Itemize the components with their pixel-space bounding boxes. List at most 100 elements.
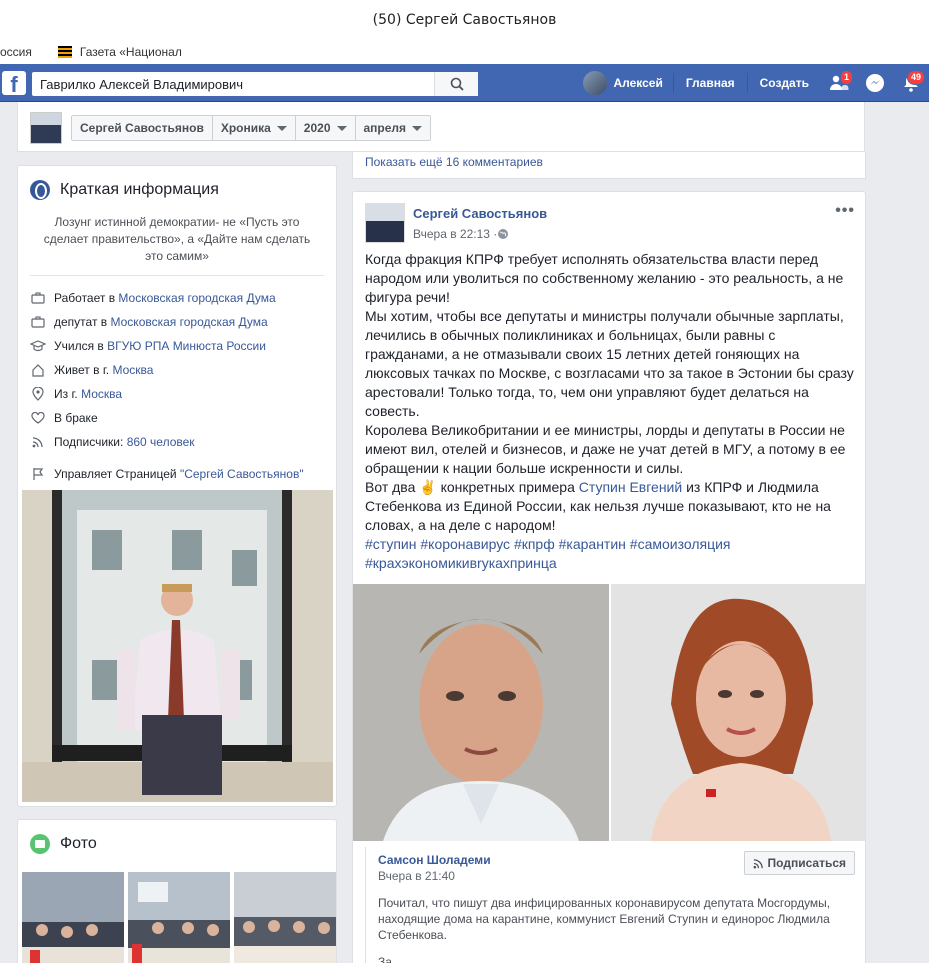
search-button[interactable]: [434, 72, 478, 96]
intro-card: Краткая информация Лозунг истинной демок…: [17, 165, 337, 807]
info-position: депутат в Московская городская Дума: [18, 310, 336, 334]
timeline-sticky-header: Сергей Савостьянов Хроника 2020 апреля: [17, 102, 865, 152]
workplace-link[interactable]: Московская городская Дума: [118, 291, 275, 305]
info-followers: Подписчики: 860 человек: [18, 430, 336, 454]
info-work: Работает в Московская городская Дума: [18, 286, 336, 310]
photo-thumbnail[interactable]: [128, 872, 230, 963]
follow-label: Подписаться: [767, 856, 846, 870]
post-paragraph: Вот два ✌ конкретных примера Ступин Евге…: [365, 478, 857, 535]
facebook-logo-icon[interactable]: f: [2, 71, 26, 95]
post-timestamp[interactable]: Вчера в 22:13 ·: [413, 227, 509, 241]
post-images: [353, 584, 865, 841]
avatar: [583, 71, 608, 95]
create-link[interactable]: Создать: [746, 73, 821, 93]
hashtags[interactable]: #ступин #коронавирус #кпрф #карантин #са…: [365, 535, 857, 554]
messenger-button[interactable]: [857, 64, 893, 102]
briefcase-icon: [30, 314, 46, 330]
graduation-cap-icon: [30, 338, 46, 354]
city-link[interactable]: Москва: [81, 387, 122, 401]
post: Сергей Савостьянов Вчера в 22:13 · ••• К…: [352, 191, 866, 963]
ribbon-icon: [57, 46, 72, 58]
heart-icon: [30, 410, 46, 426]
shared-author-link[interactable]: Самсон Шоладеми: [378, 853, 491, 867]
shared-text-continuation: За: [378, 955, 392, 963]
post-time-text: Вчера в 22:13 ·: [413, 227, 498, 241]
home-link[interactable]: Главная: [672, 73, 747, 93]
rss-icon: [30, 434, 46, 450]
divider: [30, 275, 324, 276]
city-link[interactable]: Москва: [112, 363, 153, 377]
post-photo[interactable]: [353, 584, 609, 841]
flag-icon: [30, 466, 46, 482]
post-author-link[interactable]: Сергей Савостьянов: [413, 206, 547, 221]
post-paragraph: Когда фракция КПРФ требует исполнять обя…: [365, 251, 844, 305]
info-text: депутат в: [54, 315, 108, 329]
briefcase-icon: [30, 290, 46, 306]
location-pin-icon: [30, 386, 46, 402]
search-icon: [450, 77, 464, 91]
chevron-down-icon: [336, 125, 347, 131]
home-icon: [30, 362, 46, 378]
left-column: Краткая информация Лозунг истинной демок…: [17, 165, 337, 963]
photo-icon: [30, 834, 50, 854]
profile-link[interactable]: Алексей: [573, 71, 672, 95]
year-dropdown[interactable]: 2020: [295, 116, 356, 140]
workplace-link[interactable]: Московская городская Дума: [111, 315, 268, 329]
post-paragraph: Мы хотим, чтобы все депутаты и министры …: [365, 308, 854, 419]
top-navigation-bar: f Алексей Главная Создать 1 49: [0, 64, 929, 102]
info-text: Учился в: [54, 339, 104, 353]
search-box: [32, 72, 478, 96]
chevron-down-icon: [412, 125, 423, 131]
info-text: В браке: [54, 411, 98, 425]
intro-motto: Лозунг истинной демократии- не «Пусть эт…: [43, 215, 311, 263]
section-dropdown[interactable]: Хроника: [212, 116, 296, 140]
shared-post: Самсон Шоладеми Вчера в 21:40 Подписатьс…: [365, 847, 855, 963]
more-comments-link[interactable]: Показать ещё 16 комментариев: [365, 155, 543, 169]
avatar[interactable]: [365, 203, 405, 243]
featured-photo[interactable]: [22, 490, 333, 802]
school-link[interactable]: ВГУЮ РПА Минюста России: [107, 339, 266, 353]
post-photo[interactable]: [611, 584, 865, 841]
page-link[interactable]: "Сергей Савостьянов": [180, 467, 304, 481]
globe-icon: [30, 180, 50, 200]
info-text: Живет в г.: [54, 363, 110, 377]
avatar[interactable]: [30, 112, 62, 144]
post-text-span: Вот два ✌ конкретных примера: [365, 479, 579, 495]
hashtags[interactable]: #крахэкономикивrукахпринца: [365, 554, 857, 573]
month-dropdown[interactable]: апреля: [355, 116, 431, 140]
nav-right: Алексей Главная Создать 1 49: [573, 64, 929, 102]
shared-timestamp[interactable]: Вчера в 21:40: [378, 869, 455, 883]
notifications-badge: 49: [906, 70, 925, 85]
shared-text: Почитал, что пишут два инфицированных ко…: [378, 896, 831, 942]
photo-thumbnail[interactable]: [22, 872, 124, 963]
notifications-button[interactable]: 49: [893, 64, 929, 102]
previous-post-footer: Показать ещё 16 комментариев: [352, 152, 866, 179]
photo-thumbnail[interactable]: [234, 872, 336, 963]
info-lives: Живет в г. Москва: [18, 358, 336, 382]
photos-title[interactable]: Фото: [60, 835, 97, 853]
intro-title: Краткая информация: [60, 181, 219, 198]
photo-grid: [22, 872, 336, 963]
profile-name: Сергей Савостьянов: [80, 121, 204, 135]
timeline-navigation: Сергей Савостьянов Хроника 2020 апреля: [71, 115, 432, 141]
bookmark-item[interactable]: оссия: [0, 45, 32, 59]
friend-requests-button[interactable]: 1: [821, 64, 857, 102]
bookmarks-bar: оссия Газета «Национал: [0, 40, 929, 64]
intro-header: Краткая информация: [18, 166, 336, 200]
mention-link[interactable]: Ступин Евгений: [579, 479, 682, 495]
rss-icon: [753, 858, 763, 868]
search-input[interactable]: [32, 72, 432, 96]
section-label: Хроника: [220, 121, 271, 135]
info-text: Из г.: [54, 387, 78, 401]
post-options-button[interactable]: •••: [835, 202, 855, 220]
info-relationship: В браке: [18, 406, 336, 430]
bookmark-label: Газета «Национал: [79, 45, 182, 59]
followers-link[interactable]: 860 человек: [127, 435, 195, 449]
window-title: (50) Сергей Савостьянов: [0, 0, 929, 40]
bookmark-label: оссия: [0, 45, 32, 59]
profile-name-link[interactable]: Сергей Савостьянов: [72, 116, 213, 140]
friend-requests-badge: 1: [839, 70, 853, 85]
bookmark-item[interactable]: Газета «Национал: [46, 45, 182, 59]
follow-button[interactable]: Подписаться: [743, 851, 855, 875]
info-education: Учился в ВГУЮ РПА Минюста России: [18, 334, 336, 358]
